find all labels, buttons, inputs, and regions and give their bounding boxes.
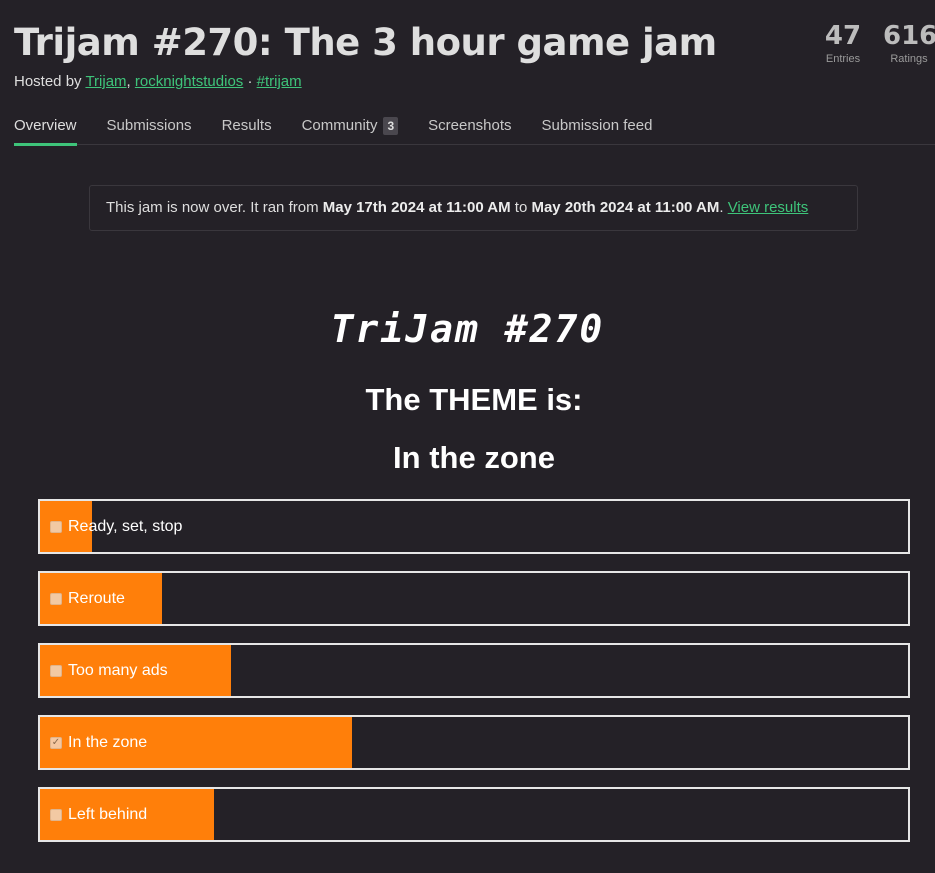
tab-overview-label: Overview [14,117,77,134]
notice-prefix: This jam is now over. It ran from [106,199,323,216]
jam-header: Trijam #270: The 3 hour game jam Hosted … [14,18,935,92]
poll-checkbox[interactable] [50,665,62,677]
tab-submission-feed[interactable]: Submission feed [542,112,653,145]
stat-ratings-value: 616 [883,21,935,51]
stat-ratings[interactable]: 616 Ratings [883,20,935,66]
stat-entries-label: Entries [825,53,861,65]
tag-link-trijam[interactable]: #trijam [257,73,302,90]
stat-entries[interactable]: 47 Entries [817,20,869,66]
stat-entries-value: 47 [824,21,862,51]
poll-option-reroute[interactable]: Reroute [38,571,910,626]
jam-title: Trijam #270: The 3 hour game jam [14,21,717,64]
poll-option-left-behind[interactable]: Left behind [38,787,910,842]
notice-start-date: May 17th 2024 at 11:00 AM [322,199,511,216]
poll-checkbox[interactable] [50,593,62,605]
poll-option-ready-set-stop[interactable]: Ready, set, stop [38,499,910,554]
poll-option-label: Reroute [68,590,125,607]
tab-results[interactable]: Results [222,112,272,145]
theme-poll: Ready, set, stop Reroute Too many ads ✓ … [38,499,910,859]
theme-name: In the zone [393,440,555,475]
poll-checkbox[interactable] [50,521,62,533]
host-link-trijam[interactable]: Trijam [85,73,126,90]
hosted-prefix: Hosted by [14,73,86,90]
notice-end-date: May 20th 2024 at 11:00 AM [531,199,720,216]
host-link-rocknightstudios[interactable]: rocknightstudios [135,73,243,90]
poll-checkbox[interactable] [50,809,62,821]
tab-screenshots-label: Screenshots [428,117,512,134]
jam-logo-title: TriJam #270 [330,307,605,351]
host-separator: , [126,73,131,90]
poll-option-label: Too many ads [68,662,168,679]
theme-label: The THEME is: [365,382,583,417]
notice-suffix: . [719,199,728,216]
poll-option-too-many-ads[interactable]: Too many ads [38,643,910,698]
tab-submissions-label: Submissions [106,117,192,134]
poll-option-label: In the zone [68,734,148,751]
tab-community[interactable]: Community 3 [302,112,399,145]
community-count-badge: 3 [383,117,399,135]
tab-overview[interactable]: Overview [14,112,77,146]
jam-over-notice: This jam is now over. It ran from May 17… [89,185,858,231]
notice-middle: to [510,199,532,216]
tab-screenshots[interactable]: Screenshots [428,112,511,145]
tag-separator: · [247,73,253,90]
poll-checkbox[interactable]: ✓ [50,737,62,749]
hosted-by: Hosted by Trijam, rocknightstudios · #tr… [14,72,935,92]
jam-page: Trijam #270: The 3 hour game jam Hosted … [0,0,935,873]
tab-submission-feed-label: Submission feed [541,117,653,134]
stat-ratings-label: Ratings [890,53,928,65]
jam-tabs: Overview Submissions Results Community 3 … [14,112,935,146]
tab-submissions[interactable]: Submissions [107,112,192,145]
jam-stats: 47 Entries 616 Ratings [803,20,935,66]
view-results-link[interactable]: View results [728,199,809,216]
poll-option-label: Left behind [68,806,148,823]
poll-option-in-the-zone[interactable]: ✓ In the zone [38,715,910,770]
tab-results-label: Results [221,117,272,134]
tab-community-label: Community [301,117,378,134]
poll-option-label: Ready, set, stop [68,518,183,535]
